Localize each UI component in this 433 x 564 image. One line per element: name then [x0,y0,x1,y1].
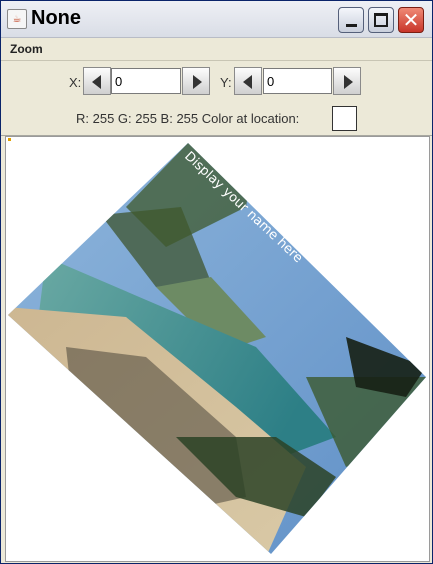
title-bar[interactable]: ☕ None ✕ [1,1,432,38]
close-button[interactable]: ✕ [398,7,424,33]
minimize-icon [346,24,357,27]
y-label: Y: [220,75,232,90]
x-decrement-button[interactable] [83,67,111,95]
y-input[interactable]: 0 [263,68,332,94]
close-icon: ✕ [402,8,420,32]
right-arrow-icon [193,75,202,89]
x-input[interactable]: 0 [111,68,181,94]
java-app-icon: ☕ [7,9,27,29]
x-label: X: [69,75,82,90]
color-swatch [332,106,357,131]
menu-zoom[interactable]: Zoom [10,42,43,56]
minimize-button[interactable] [338,7,364,33]
x-increment-button[interactable] [182,67,210,95]
app-window: ☕ None ✕ Zoom X: 0 Y: 0 R: 255 G: 255 B:… [0,0,433,564]
menu-bar: Zoom [1,38,432,61]
image-canvas[interactable]: Display your name here [5,136,430,562]
left-arrow-icon [92,75,101,89]
y-increment-button[interactable] [333,67,361,95]
right-arrow-icon [344,75,353,89]
left-arrow-icon [243,75,252,89]
rotated-beach-photo: Display your name here [8,143,426,554]
color-info-label: R: 255 G: 255 B: 255 Color at location: [76,111,300,126]
y-decrement-button[interactable] [234,67,262,95]
window-title: None [31,7,81,29]
maximize-icon [374,13,388,27]
maximize-button[interactable] [368,7,394,33]
controls-panel: X: 0 Y: 0 R: 255 G: 255 B: 255 Color at … [1,61,432,136]
